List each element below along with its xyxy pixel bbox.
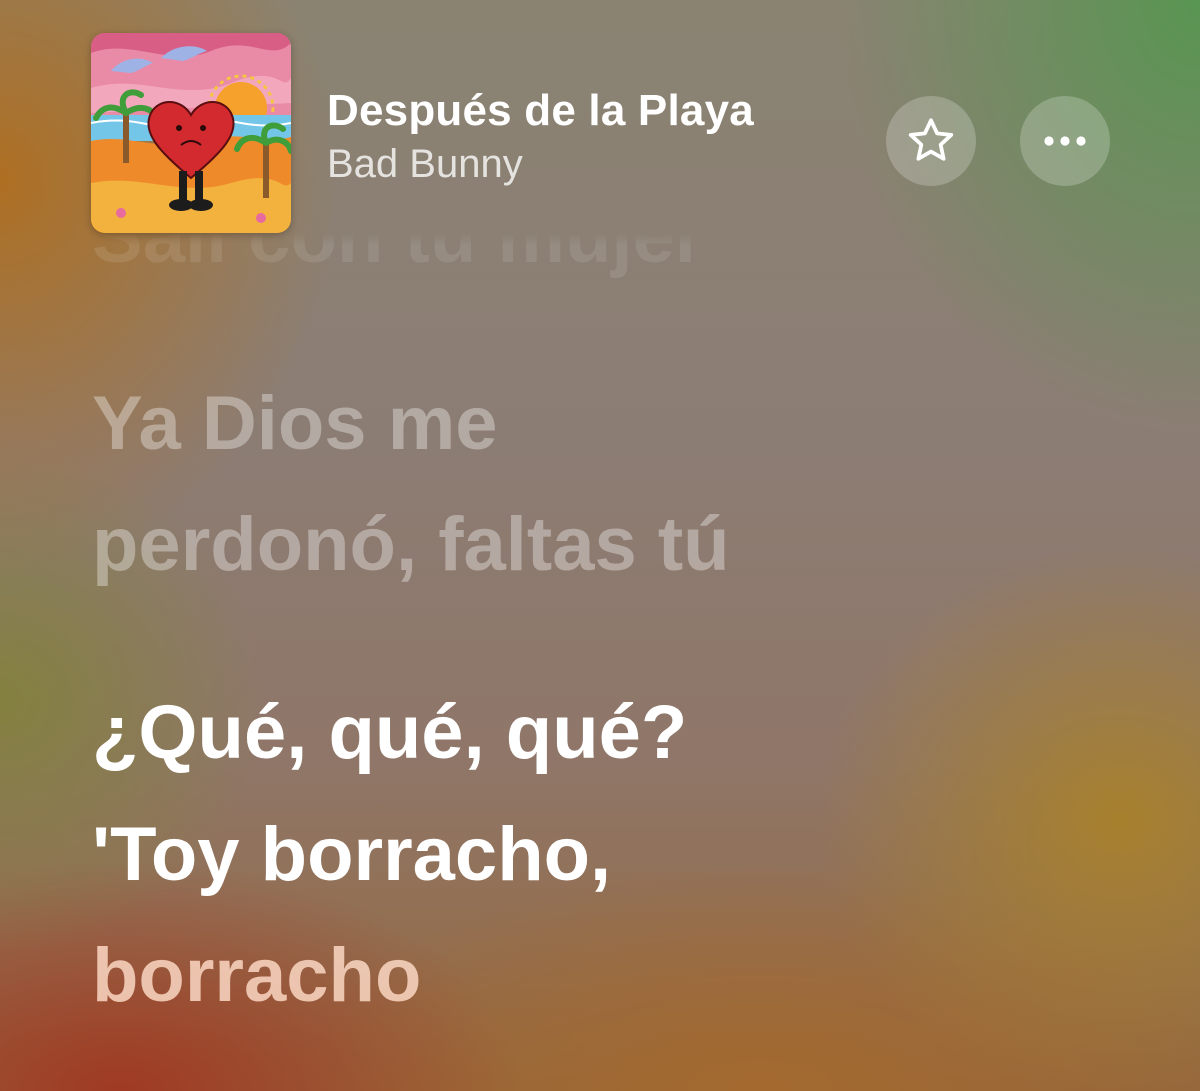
favorite-button[interactable] <box>886 96 976 186</box>
song-title: Después de la Playa <box>327 86 754 135</box>
song-info[interactable]: Después de la Playa Bad Bunny <box>327 86 754 187</box>
star-icon <box>908 118 954 161</box>
lyric-line-previous-1[interactable]: Ya Dios me <box>92 381 498 467</box>
ellipsis-icon <box>1044 136 1086 146</box>
lyric-line-faded[interactable]: Salí con tu mujer <box>92 194 704 280</box>
lyric-line-current-1[interactable]: ¿Qué, qué, qué? <box>92 690 687 776</box>
song-artist[interactable]: Bad Bunny <box>327 142 754 187</box>
more-options-button[interactable] <box>1020 96 1110 186</box>
lyric-line-current-partial[interactable]: borracho <box>92 933 421 1019</box>
lyric-line-current-2[interactable]: 'Toy borracho, <box>92 812 611 898</box>
lyric-line-previous-2[interactable]: perdonó, faltas tú <box>92 502 730 588</box>
